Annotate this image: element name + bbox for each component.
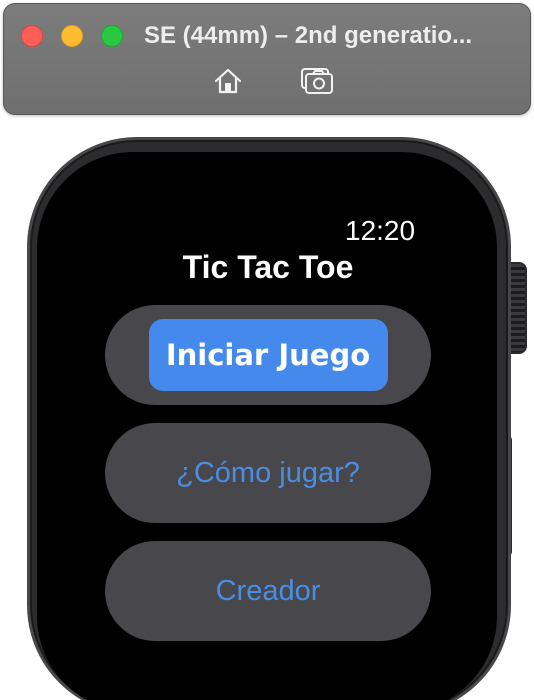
how-to-play-button[interactable]: ¿Cómo jugar? (105, 423, 431, 523)
screenshot-button[interactable] (300, 66, 334, 100)
title-bar: SE (44mm) – 2nd generatio... (3, 3, 531, 115)
minimize-window-button[interactable] (61, 25, 83, 47)
maximize-window-button[interactable] (101, 25, 123, 47)
start-game-button-label: Iniciar Juego (165, 338, 371, 372)
home-icon (213, 66, 243, 101)
creator-button-label: Creador (215, 574, 321, 607)
start-game-button-highlight: Iniciar Juego (148, 319, 388, 391)
screenshot-camera-icon (300, 66, 334, 101)
app-title: Tic Tac Toe (182, 249, 354, 285)
status-time: 12:20 (345, 215, 416, 246)
creator-button[interactable]: Creador (105, 541, 431, 641)
close-window-button[interactable] (21, 25, 43, 47)
home-button[interactable] (211, 66, 245, 100)
window-title: SE (44mm) – 2nd generatio... (144, 22, 473, 49)
how-to-play-button-label: ¿Cómo jugar? (176, 456, 360, 489)
start-game-button[interactable]: Iniciar Juego (105, 305, 431, 405)
simulator-window: SE (44mm) – 2nd generatio... 12:20 Tic T… (0, 0, 534, 700)
